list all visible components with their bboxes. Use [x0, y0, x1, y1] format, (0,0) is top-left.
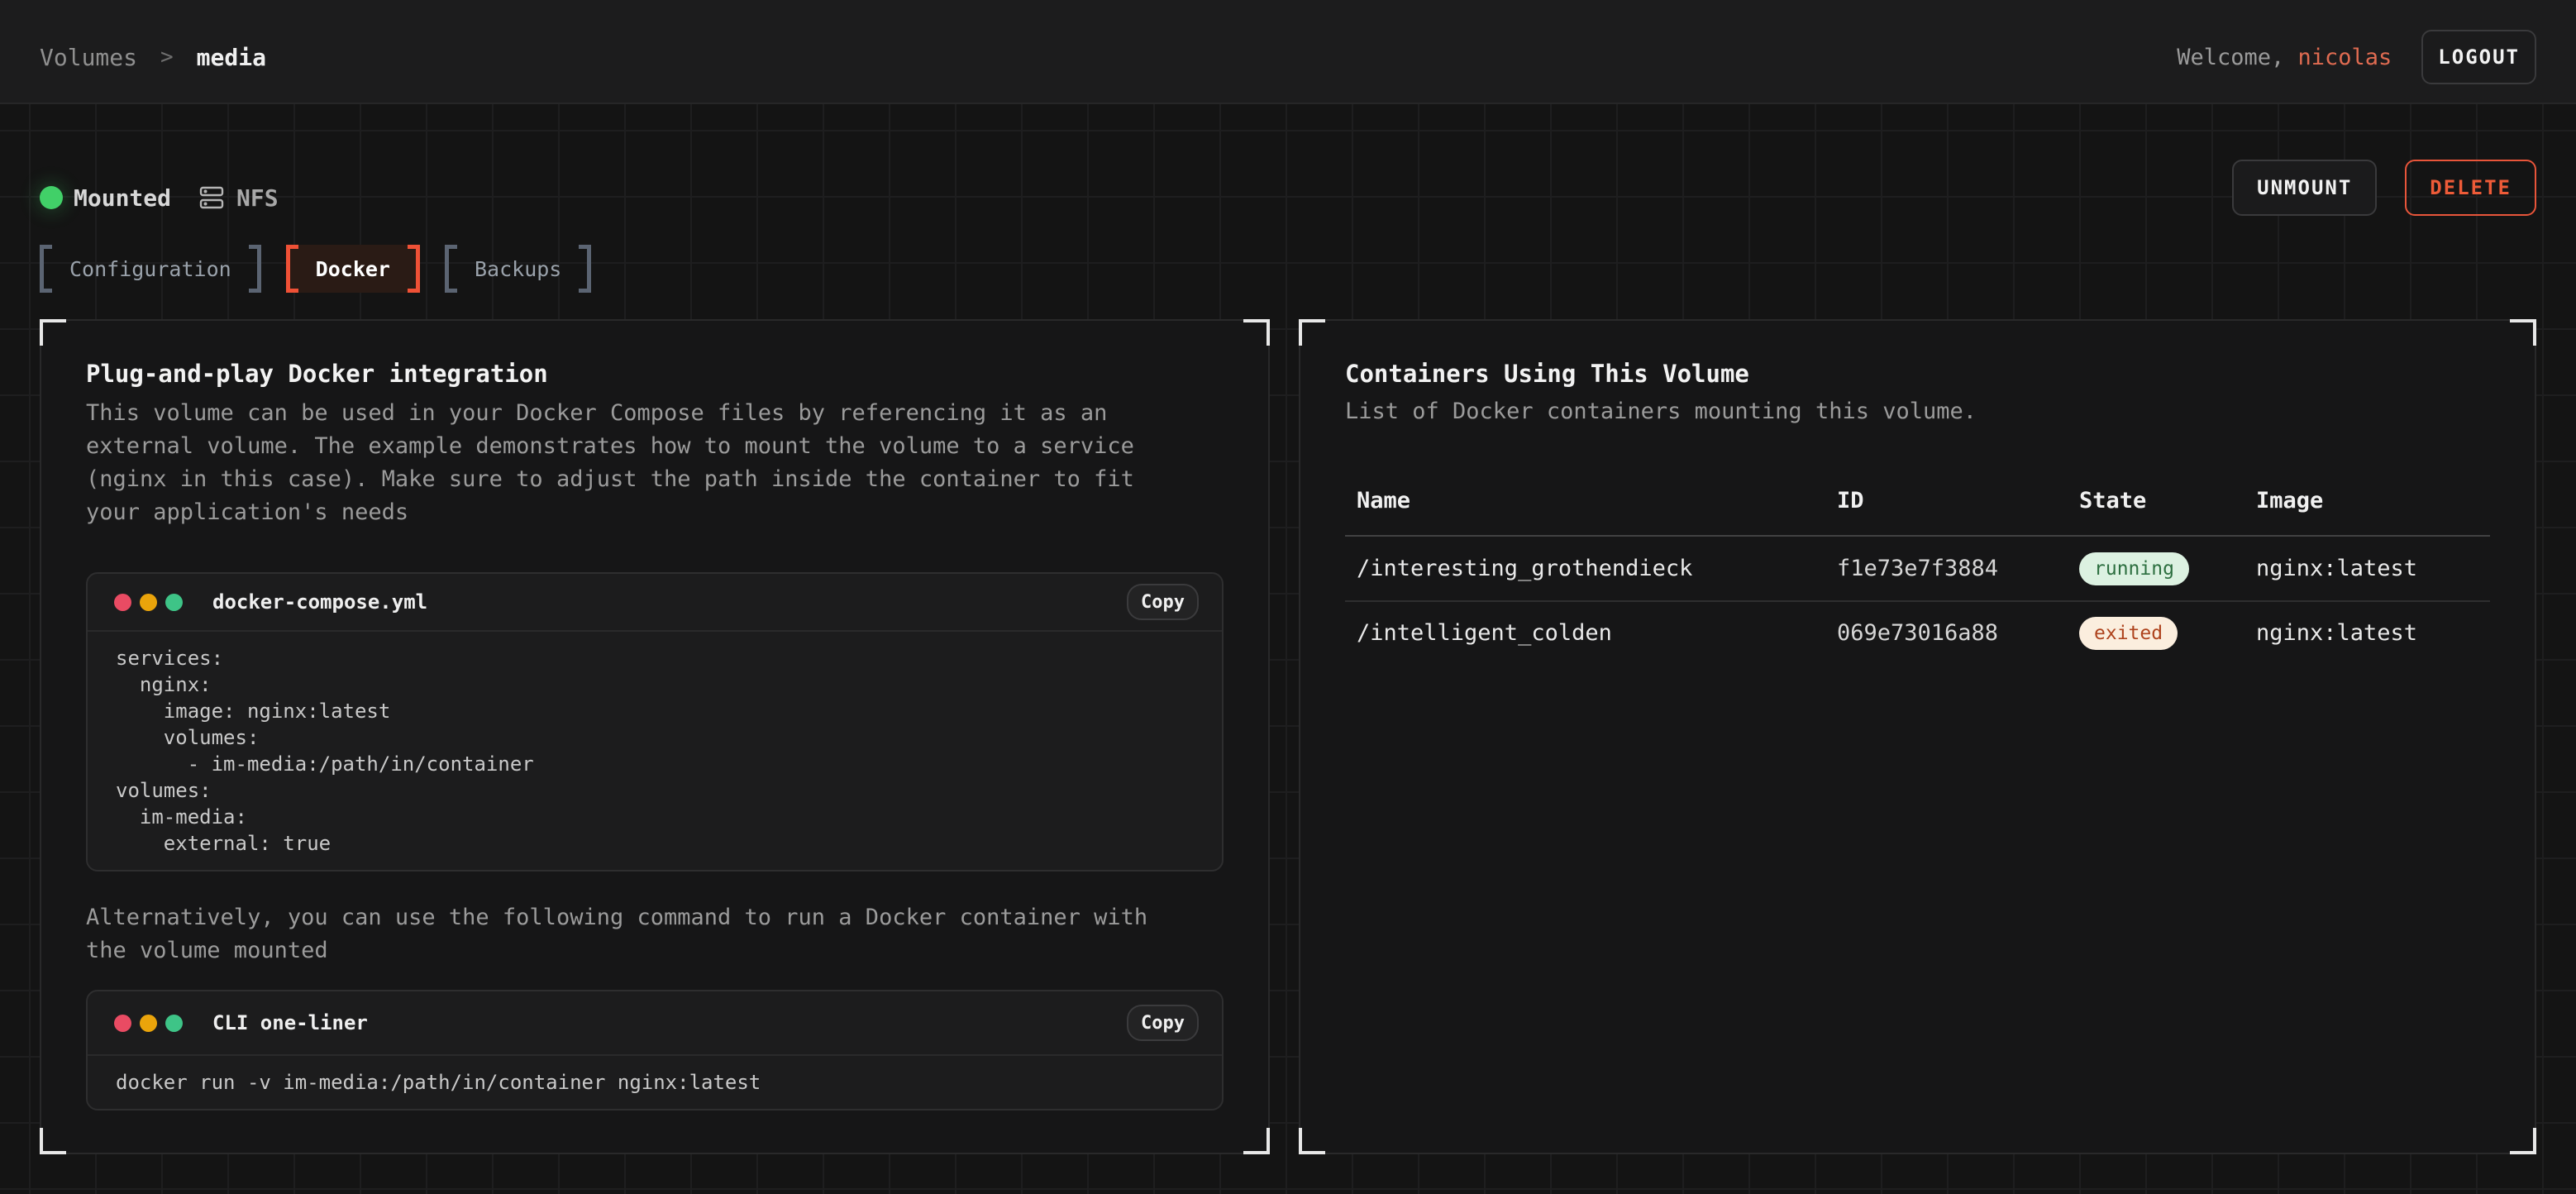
unmount-button[interactable]: UNMOUNT	[2232, 160, 2377, 216]
volume-toolbar: Mounted NFS UNMOUNT DELETE	[40, 160, 2536, 216]
welcome-prefix: Welcome,	[2177, 45, 2297, 70]
panel-corner-icon	[2510, 319, 2536, 346]
window-dot-red-icon	[114, 594, 131, 611]
containers-panel-title: Containers Using This Volume	[1345, 357, 2490, 390]
cli-filename: CLI one-liner	[212, 1011, 368, 1034]
tab-configuration[interactable]: Configuration	[40, 245, 261, 293]
panel-corner-icon	[2510, 1128, 2536, 1154]
panel-corner-icon	[40, 1128, 66, 1154]
volume-status: Mounted NFS	[40, 184, 279, 212]
tab-bracket-icon	[579, 245, 591, 293]
window-dot-green-icon	[165, 1015, 183, 1032]
tab-bracket-icon	[445, 245, 457, 293]
tab-backups[interactable]: Backups	[445, 245, 591, 293]
breadcrumb-volumes-link[interactable]: Volumes	[40, 44, 137, 71]
panel-corner-icon	[1243, 319, 1270, 346]
server-icon	[199, 185, 224, 210]
cli-code: docker run -v im-media:/path/in/containe…	[116, 1069, 1194, 1096]
column-header-state: State	[2079, 488, 2256, 513]
tab-label: Configuration	[69, 257, 231, 281]
containers-panel-subtitle: List of Docker containers mounting this …	[1345, 395, 2490, 428]
main-content: Mounted NFS UNMOUNT DELETE Configuration…	[0, 160, 2576, 1154]
mounted-status-label: Mounted	[74, 184, 171, 212]
container-row: /intelligent_colden069e73016a88exited ngi…	[1345, 600, 2490, 664]
docker-integration-panel: Plug-and-play Docker integration This vo…	[40, 319, 1270, 1154]
container-id: f1e73e7f3884	[1837, 556, 2079, 581]
state-badge: running	[2079, 552, 2189, 585]
column-header-name: Name	[1357, 488, 1837, 513]
delete-button[interactable]: DELETE	[2405, 160, 2536, 216]
panel-corner-icon	[1299, 319, 1325, 346]
cli-code-block-header: CLI one-liner Copy	[88, 991, 1222, 1056]
tab-bracket-icon	[286, 245, 298, 293]
cli-code-body: docker run -v im-media:/path/in/containe…	[88, 1056, 1222, 1109]
welcome-text: Welcome, nicolas	[2177, 45, 2392, 70]
container-state-cell: running	[2079, 552, 2256, 585]
breadcrumb-current: media	[197, 44, 266, 71]
compose-code-body: services: nginx: image: nginx:latest vol…	[88, 632, 1222, 870]
breadcrumb: Volumes > media	[40, 44, 266, 71]
window-dot-yellow-icon	[140, 1015, 157, 1032]
window-dot-yellow-icon	[140, 594, 157, 611]
container-name: /intelligent_colden	[1357, 620, 1837, 646]
docker-panel-title: Plug-and-play Docker integration	[86, 357, 1224, 390]
fs-type-label: NFS	[236, 184, 279, 212]
compose-code: services: nginx: image: nginx:latest vol…	[116, 645, 1194, 857]
panel-corner-icon	[40, 319, 66, 346]
compose-code-block: docker-compose.yml Copy services: nginx:…	[86, 572, 1224, 872]
window-dot-red-icon	[114, 1015, 131, 1032]
tab-bracket-icon	[408, 245, 420, 293]
compose-filename: docker-compose.yml	[212, 590, 427, 614]
tab-docker[interactable]: Docker	[286, 245, 420, 293]
mounted-status-dot	[40, 186, 63, 209]
container-name: /interesting_grothendieck	[1357, 556, 1837, 581]
tab-bracket-icon	[249, 245, 261, 293]
tab-label: Docker	[316, 257, 390, 281]
containers-table-header: NameIDStateImage	[1345, 488, 2490, 537]
containers-panel: Containers Using This Volume List of Doc…	[1299, 319, 2536, 1154]
logout-button[interactable]: LOGOUT	[2421, 30, 2536, 84]
volume-actions: UNMOUNT DELETE	[2232, 160, 2536, 216]
container-image: nginx:latest	[2256, 620, 2490, 646]
volume-tabs: Configuration Docker Backups	[40, 245, 2536, 293]
column-header-id: ID	[1837, 488, 2079, 513]
cli-description: Alternatively, you can use the following…	[86, 901, 1224, 967]
compose-code-block-header: docker-compose.yml Copy	[88, 574, 1222, 632]
window-dot-green-icon	[165, 594, 183, 611]
compose-copy-button[interactable]: Copy	[1127, 584, 1199, 620]
container-id: 069e73016a88	[1837, 620, 2079, 646]
breadcrumb-separator-icon: >	[160, 45, 174, 69]
panel-corner-icon	[1243, 1128, 1270, 1154]
column-header-image: Image	[2256, 488, 2490, 513]
tab-bracket-icon	[40, 245, 52, 293]
panel-corner-icon	[1299, 1128, 1325, 1154]
cli-code-block: CLI one-liner Copy docker run -v im-medi…	[86, 990, 1224, 1110]
container-image: nginx:latest	[2256, 556, 2490, 581]
state-badge: exited	[2079, 617, 2178, 650]
window-dots	[114, 1015, 183, 1032]
tab-label: Backups	[475, 257, 561, 281]
docker-panel-description: This volume can be used in your Docker C…	[86, 397, 1224, 529]
container-state-cell: exited	[2079, 617, 2256, 650]
container-row: /interesting_grothendieckf1e73e7f3884run…	[1345, 537, 2490, 600]
containers-table: NameIDStateImage/interesting_grothendiec…	[1345, 488, 2490, 664]
top-bar: Volumes > media Welcome, nicolas LOGOUT	[0, 0, 2576, 104]
username: nicolas	[2298, 45, 2392, 70]
panels: Plug-and-play Docker integration This vo…	[40, 319, 2536, 1154]
cli-copy-button[interactable]: Copy	[1127, 1005, 1199, 1041]
window-dots	[114, 594, 183, 611]
